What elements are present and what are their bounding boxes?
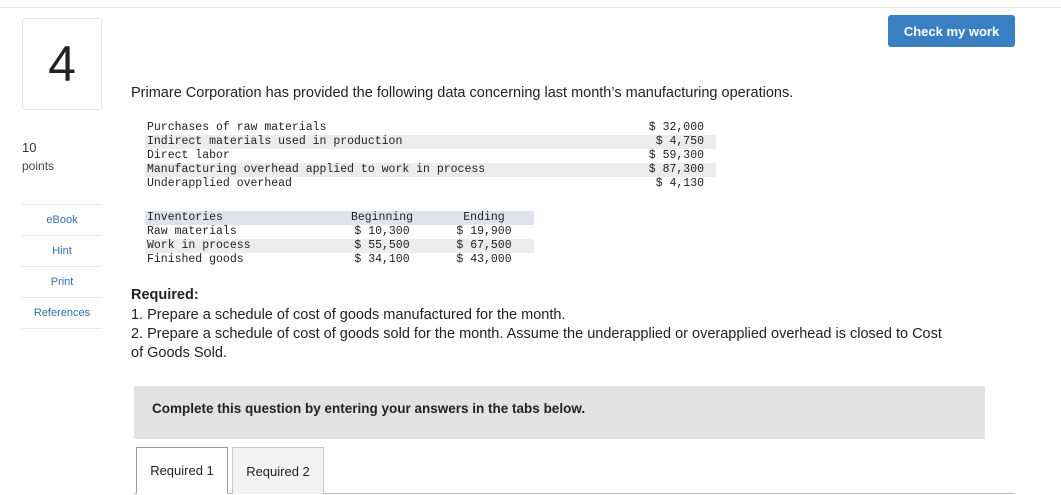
check-my-work-button[interactable]: Check my work xyxy=(888,15,1015,47)
cost-label: Manufacturing overhead applied to work i… xyxy=(145,163,627,177)
required-item-2-continued: of Goods Sold. xyxy=(131,345,227,361)
table-cell: $ 19,900 xyxy=(456,225,512,238)
cost-value: $ 59,300 xyxy=(648,149,704,162)
required-item-2: 2. Prepare a schedule of cost of goods s… xyxy=(131,326,942,342)
tab-required-2[interactable]: Required 2 xyxy=(232,447,324,494)
table-cell: $ 67,500 xyxy=(432,239,534,253)
sidebar-links: eBook Hint Print References xyxy=(22,204,102,329)
table-row: Direct labor $ 59,300 xyxy=(145,149,716,163)
references-link[interactable]: References xyxy=(22,297,102,329)
table-cell: Raw materials xyxy=(147,225,237,238)
table-header-row: Inventories Beginning Ending xyxy=(145,211,534,225)
column-header: Ending xyxy=(432,211,534,225)
cost-value: $ 4,750 xyxy=(627,135,716,149)
table-cell: Finished goods xyxy=(147,253,244,266)
cost-data-table: Purchases of raw materials $ 32,000 Indi… xyxy=(145,121,716,191)
table-cell: $ 10,300 xyxy=(354,225,410,238)
hint-link[interactable]: Hint xyxy=(22,235,102,266)
required-item-1: 1. Prepare a schedule of cost of goods m… xyxy=(131,307,566,323)
table-cell: $ 55,500 xyxy=(330,239,432,253)
cost-label: Indirect materials used in production xyxy=(145,135,627,149)
column-header: Inventories xyxy=(145,211,330,225)
question-number: 4 xyxy=(22,18,102,110)
ebook-link[interactable]: eBook xyxy=(22,204,102,235)
points-label: points xyxy=(22,159,55,173)
table-row: Work in process $ 55,500 $ 67,500 xyxy=(145,239,534,253)
required-title: Required: xyxy=(131,287,199,303)
cost-value: $ 4,130 xyxy=(655,177,704,190)
cost-label: Purchases of raw materials xyxy=(147,121,327,134)
table-row: Raw materials $ 10,300 $ 19,900 xyxy=(145,225,534,239)
banner-text: Complete this question by entering your … xyxy=(152,401,586,416)
cost-value: $ 32,000 xyxy=(648,121,704,134)
cost-label: Underapplied overhead xyxy=(147,177,292,190)
instruction-banner: Complete this question by entering your … xyxy=(134,386,985,439)
cost-value: $ 87,300 xyxy=(627,163,716,177)
points-value: 10 xyxy=(22,140,37,155)
cost-label: Direct labor xyxy=(147,149,230,162)
top-divider xyxy=(0,7,1061,8)
tab-required-1[interactable]: Required 1 xyxy=(136,447,228,494)
table-row: Manufacturing overhead applied to work i… xyxy=(145,163,716,177)
table-cell: $ 34,100 xyxy=(354,253,410,266)
table-cell: $ 43,000 xyxy=(456,253,512,266)
table-row: Underapplied overhead $ 4,130 xyxy=(145,177,716,191)
question-intro: Primare Corporation has provided the fol… xyxy=(131,85,794,101)
table-row: Finished goods $ 34,100 $ 43,000 xyxy=(145,253,534,267)
print-link[interactable]: Print xyxy=(22,266,102,297)
column-header: Beginning xyxy=(330,211,432,225)
table-row: Indirect materials used in production $ … xyxy=(145,135,716,149)
inventories-table: Inventories Beginning Ending Raw materia… xyxy=(145,211,534,267)
table-row: Purchases of raw materials $ 32,000 xyxy=(145,121,716,135)
table-cell: Work in process xyxy=(145,239,330,253)
